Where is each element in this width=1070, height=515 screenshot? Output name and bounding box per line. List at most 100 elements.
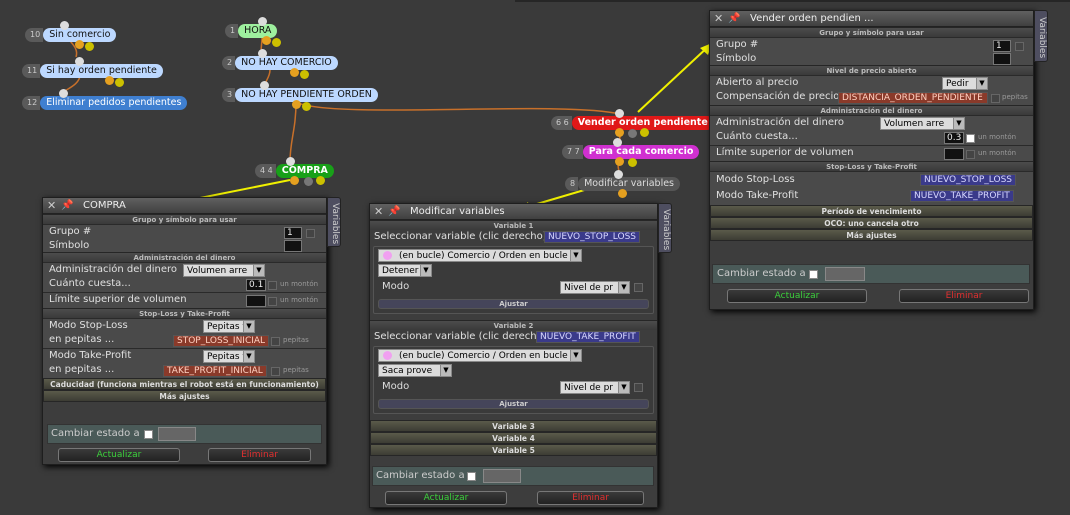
delete-button[interactable]: Eliminar (899, 289, 1029, 303)
state-checkbox[interactable] (809, 270, 818, 279)
selected-variable[interactable]: NUEVO_TAKE_PROFIT (536, 331, 640, 343)
output-port-icon[interactable] (262, 36, 271, 45)
output-port-icon[interactable] (290, 176, 299, 185)
limit-input[interactable] (944, 148, 964, 160)
sl-variable[interactable]: NUEVO_STOP_LOSS (920, 174, 1017, 186)
node-si-hay-orden[interactable]: 11 Si hay orden pendiente (22, 64, 163, 78)
tp-checkbox[interactable] (271, 367, 280, 376)
output-port-icon[interactable] (115, 78, 124, 87)
group-checkbox[interactable] (1015, 42, 1024, 51)
panel-titlebar[interactable]: ✕ 📌 COMPRA (43, 198, 326, 214)
cost-input[interactable]: 0.1 (246, 279, 266, 291)
tp-variable[interactable]: NUEVO_TAKE_PROFIT (910, 190, 1014, 202)
group-input[interactable]: 1 (284, 227, 302, 239)
section-more[interactable]: Más ajustes (710, 229, 1033, 241)
close-icon[interactable]: ✕ (47, 199, 57, 212)
section-expiry[interactable]: Período de vencimiento (710, 205, 1033, 217)
section-variable-3[interactable]: Variable 3 (370, 420, 657, 432)
node-vender[interactable]: 6 6 Vender orden pendiente (551, 116, 714, 130)
delete-button[interactable]: Eliminar (537, 491, 644, 505)
sl-checkbox[interactable] (271, 337, 280, 346)
panel-titlebar[interactable]: ✕ 📌 Modificar variables (370, 204, 657, 220)
mode-checkbox[interactable] (634, 283, 643, 292)
output-port-icon[interactable] (304, 177, 313, 186)
state-checkbox[interactable] (144, 430, 153, 439)
section-money[interactable]: Administración del dinero (43, 252, 326, 262)
pin-icon[interactable]: 📌 (61, 200, 75, 211)
output-port-icon[interactable] (615, 157, 624, 166)
update-button[interactable]: Actualizar (727, 289, 867, 303)
close-icon[interactable]: ✕ (714, 12, 724, 25)
cost-input[interactable]: 0.3 (944, 132, 964, 144)
panel-titlebar[interactable]: ✕ 📌 Vender orden pendien ... (710, 11, 1033, 27)
adjust-button[interactable]: Ajustar (378, 299, 649, 309)
section-variable-2[interactable]: Variable 2 (370, 320, 657, 330)
section-variable-4[interactable]: Variable 4 (370, 432, 657, 444)
tp-variable[interactable]: TAKE_PROFIT_INICIAL (163, 365, 267, 377)
symbol-input[interactable] (284, 240, 302, 252)
limit-checkbox[interactable] (268, 297, 277, 306)
mode-select[interactable]: Nivel de pr ▼ (560, 381, 630, 394)
adjust-button[interactable]: Ajustar (378, 399, 649, 409)
action-select[interactable]: Saca prove ▼ (378, 364, 452, 377)
output-port-icon[interactable] (302, 102, 311, 111)
money-select[interactable]: Volumen arre ▼ (183, 264, 265, 277)
input-port-icon[interactable] (60, 21, 69, 30)
pin-icon[interactable]: 📌 (388, 206, 402, 217)
section-oco[interactable]: OCO: uno cancela otro (710, 217, 1033, 229)
open-select[interactable]: Pedir ▼ (942, 77, 988, 90)
selected-variable[interactable]: NUEVO_STOP_LOSS (544, 231, 641, 243)
node-eliminar[interactable]: 12 Eliminar pedidos pendientes (22, 96, 188, 110)
section-group[interactable]: Grupo y símbolo para usar (43, 214, 326, 224)
input-port-icon[interactable] (613, 138, 622, 147)
loop-select[interactable]: (en bucle) Comercio / Orden en bucle ▼ (378, 249, 582, 262)
loop-select[interactable]: (en bucle) Comercio / Orden en bucle ▼ (378, 349, 582, 362)
section-more[interactable]: Más ajustes (43, 390, 326, 402)
mode-select[interactable]: Nivel de pr ▼ (560, 281, 630, 294)
offset-variable[interactable]: DISTANCIA_ORDEN_PENDIENTE (838, 92, 988, 104)
section-variable-1[interactable]: Variable 1 (370, 220, 657, 230)
cost-checkbox[interactable] (966, 134, 975, 143)
section-money[interactable]: Administración del dinero (710, 105, 1033, 115)
input-port-icon[interactable] (615, 109, 624, 118)
input-port-icon[interactable] (260, 81, 269, 90)
section-group[interactable]: Grupo y símbolo para usar (710, 27, 1033, 37)
output-port-icon[interactable] (300, 70, 309, 79)
close-icon[interactable]: ✕ (374, 205, 384, 218)
update-button[interactable]: Actualizar (385, 491, 507, 505)
node-para-cada[interactable]: 7 7 Para cada comercio (562, 145, 700, 159)
section-variable-5[interactable]: Variable 5 (370, 444, 657, 456)
output-port-icon[interactable] (615, 128, 624, 137)
state-input[interactable] (483, 469, 521, 483)
offset-checkbox[interactable] (991, 94, 1000, 103)
input-port-icon[interactable] (258, 17, 267, 26)
node-no-hay-comercio[interactable]: 2 NO HAY COMERCIO (222, 56, 338, 70)
section-sltp[interactable]: Stop-Loss y Take-Profit (710, 161, 1033, 171)
input-port-icon[interactable] (59, 89, 68, 98)
pin-icon[interactable]: 📌 (728, 13, 742, 24)
output-port-icon[interactable] (85, 42, 94, 51)
input-port-icon[interactable] (75, 57, 84, 66)
output-port-icon[interactable] (272, 38, 281, 47)
action-select[interactable]: Detener la ▼ (378, 264, 432, 277)
group-checkbox[interactable] (306, 229, 315, 238)
variables-tab[interactable]: Variables (327, 197, 341, 247)
update-button[interactable]: Actualizar (58, 448, 180, 462)
output-port-icon[interactable] (290, 68, 299, 77)
output-port-icon[interactable] (75, 40, 84, 49)
limit-input[interactable] (246, 295, 266, 307)
sl-variable[interactable]: STOP_LOSS_INICIAL (173, 335, 270, 347)
output-port-icon[interactable] (628, 129, 637, 138)
node-sin-comercio[interactable]: 10 Sin comercio (25, 28, 117, 42)
input-port-icon[interactable] (258, 49, 267, 58)
output-port-icon[interactable] (105, 76, 114, 85)
delete-button[interactable]: Eliminar (208, 448, 311, 462)
sl-mode-select[interactable]: Pepitas fij ▼ (203, 320, 255, 333)
node-hora[interactable]: 1 HORA (225, 24, 278, 38)
money-select[interactable]: Volumen arre ▼ (880, 117, 965, 130)
state-checkbox[interactable] (467, 472, 476, 481)
section-price[interactable]: Nivel de precio abierto (710, 65, 1033, 75)
section-expiry[interactable]: Caducidad (funciona mientras el robot es… (43, 378, 326, 390)
variables-tab[interactable]: Variables (1034, 10, 1048, 62)
output-port-icon[interactable] (292, 100, 301, 109)
